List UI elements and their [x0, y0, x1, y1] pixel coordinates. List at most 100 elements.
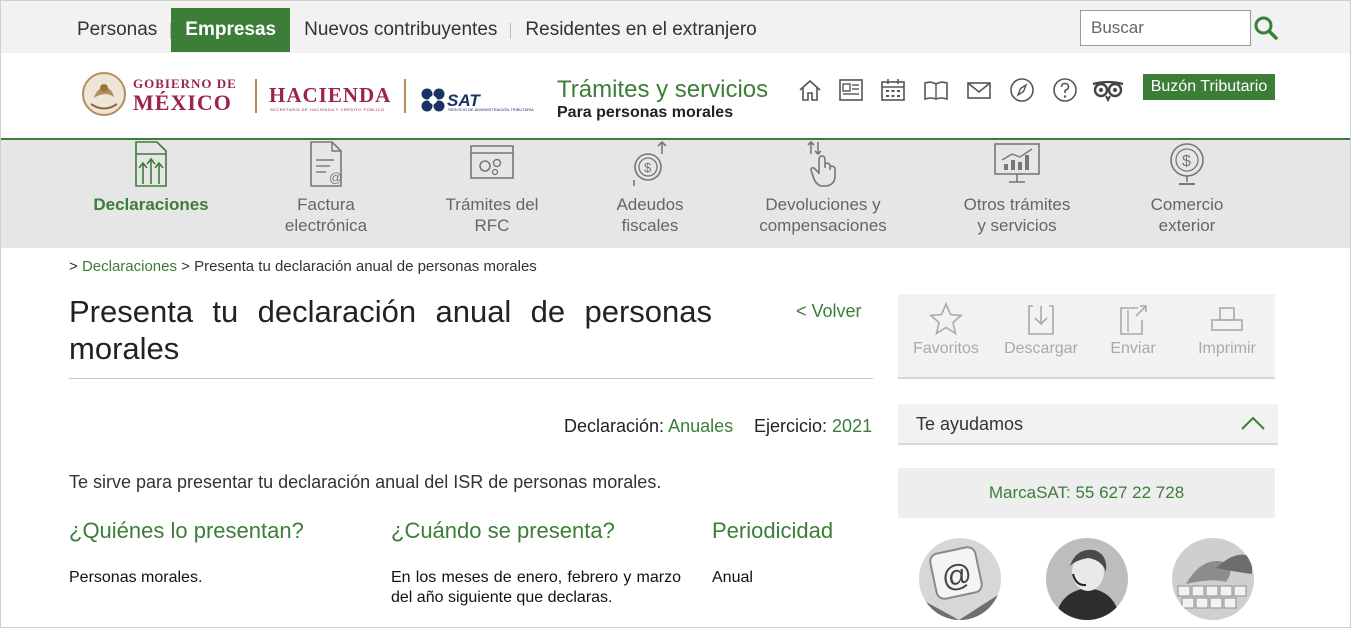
buzon-tributario-button[interactable]: Buzón Tributario — [1143, 74, 1275, 100]
gobierno-wordmark: GOBIERNO DE MÉXICO — [133, 77, 237, 114]
gobierno-logo[interactable]: GOBIERNO DE MÉXICO — [81, 71, 241, 121]
category-label: electrónica — [284, 216, 368, 235]
ejercicio-value: 2021 — [832, 416, 873, 436]
svg-text:$: $ — [644, 160, 652, 175]
category-comercio-exterior[interactable]: $ Comercio exterior — [1141, 140, 1233, 236]
breadcrumb-current: Presenta tu declaración anual de persona… — [194, 258, 537, 275]
page-title: Presenta tu declaración anual de persona… — [69, 294, 712, 366]
ejercicio-meta: Ejercicio: 2021 — [754, 416, 872, 437]
category-label: exterior — [1158, 216, 1216, 235]
calendar-icon[interactable] — [880, 77, 906, 103]
enviar-label: Enviar — [1110, 340, 1156, 357]
top-bar: Personas Empresas Nuevos contribuyentes … — [1, 1, 1350, 53]
gobierno-line2: MÉXICO — [133, 90, 232, 115]
title-divider — [69, 378, 873, 379]
intro-text: Te sirve para presentar tu declaración a… — [69, 472, 662, 492]
site-header: GOBIERNO DE MÉXICO HACIENDA SECRETARÍA D… — [1, 53, 1350, 140]
marcasat-phone[interactable]: MarcaSAT: 55 627 22 728 — [898, 468, 1275, 518]
adeudos-icon: $ — [633, 140, 667, 186]
cuando-heading: ¿Cuándo se presenta? — [391, 518, 615, 543]
category-factura-electronica[interactable]: @ Factura electrónica — [271, 140, 381, 236]
quienes-heading: ¿Quiénes lo presentan? — [69, 518, 304, 543]
cuando-text: En los meses de enero, febrero y marzo d… — [391, 569, 681, 606]
svg-text:@: @ — [329, 170, 342, 185]
category-label: compensaciones — [759, 216, 887, 235]
back-link[interactable]: < Volver — [796, 301, 862, 322]
breadcrumb-separator: > — [69, 258, 78, 275]
logo-divider — [255, 79, 257, 113]
category-tramites-rfc[interactable]: Trámites del RFC — [437, 140, 547, 236]
declaracion-meta: Declaración: Anuales — [564, 416, 733, 437]
topnav-nuevos-contribuyentes[interactable]: Nuevos contribuyentes — [290, 8, 512, 52]
periodicidad-heading: Periodicidad — [712, 518, 834, 543]
ejercicio-label: Ejercicio: — [754, 416, 828, 436]
imprimir-label: Imprimir — [1198, 340, 1256, 357]
sat-logo-icon[interactable] — [420, 87, 446, 113]
print-icon — [1211, 307, 1243, 331]
periodicidad-text: Anual — [712, 569, 753, 586]
hacienda-logo[interactable]: HACIENDA — [269, 83, 391, 108]
section-subtitle: Para personas morales — [557, 104, 734, 121]
section-title[interactable]: Trámites y servicios — [557, 76, 768, 104]
search-icon[interactable] — [1253, 15, 1279, 41]
category-nav: Declaraciones @ Factura electrónica Trám… — [1, 140, 1350, 248]
category-label: RFC — [474, 216, 510, 235]
download-icon — [1028, 305, 1054, 335]
owl-icon[interactable] — [1091, 77, 1125, 103]
agent-photo[interactable] — [1046, 538, 1128, 620]
email-photo[interactable]: @ — [919, 538, 1001, 620]
enviar-button[interactable]: Enviar — [1101, 302, 1165, 358]
breadcrumb-declaraciones[interactable]: Declaraciones — [82, 258, 177, 275]
topnav-residentes-extranjero[interactable]: Residentes en el extranjero — [511, 8, 770, 52]
hacienda-subtitle: SECRETARÍA DE HACIENDA Y CRÉDITO PÚBLICO — [270, 107, 385, 112]
keyboard-hands-icon — [1172, 538, 1254, 620]
category-adeudos-fiscales[interactable]: $ Adeudos fiscales — [604, 140, 696, 236]
sat-subtitle: SERVICIO DE ADMINISTRACIÓN TRIBUTARIA — [448, 107, 534, 112]
category-label: Adeudos — [616, 195, 684, 214]
category-otros-tramites[interactable]: Otros trámites y servicios — [953, 140, 1081, 236]
call-agent-icon — [1046, 538, 1128, 620]
topnav-personas[interactable]: Personas — [63, 8, 172, 52]
quienes-text: Personas morales. — [69, 569, 203, 586]
compass-icon[interactable] — [1009, 77, 1035, 103]
category-label: Comercio — [1150, 195, 1224, 214]
category-label: y servicios — [977, 216, 1057, 235]
topnav-empresas[interactable]: Empresas — [171, 8, 291, 52]
category-label: Declaraciones — [93, 195, 209, 214]
favoritos-label: Favoritos — [913, 340, 979, 357]
comercio-icon: $ — [1170, 143, 1204, 185]
home-icon[interactable] — [797, 77, 823, 103]
devoluciones-icon — [807, 140, 836, 187]
favoritos-button[interactable]: Favoritos — [910, 302, 982, 358]
eagle-seal-icon — [82, 72, 126, 116]
newspaper-icon[interactable] — [838, 77, 864, 103]
declaracion-value: Anuales — [668, 416, 734, 436]
breadcrumb: > Declaraciones > Presenta tu declaració… — [69, 258, 537, 275]
factura-icon: @ — [310, 141, 342, 187]
category-label: Trámites del — [445, 195, 539, 214]
logo-divider — [404, 79, 406, 113]
category-declaraciones[interactable]: Declaraciones — [89, 140, 213, 215]
category-label: Otros trámites — [963, 195, 1071, 214]
descargar-label: Descargar — [1004, 340, 1078, 357]
mail-icon[interactable] — [966, 77, 992, 103]
star-icon — [929, 302, 963, 336]
category-label: Devoluciones y — [765, 195, 881, 214]
help-icon[interactable] — [1052, 77, 1078, 103]
imprimir-button[interactable]: Imprimir — [1190, 302, 1264, 358]
breadcrumb-separator: > — [181, 258, 190, 275]
keyboard-photo[interactable] — [1172, 538, 1254, 620]
book-icon[interactable] — [923, 77, 949, 103]
descargar-button[interactable]: Descargar — [1001, 302, 1081, 358]
chevron-up-icon[interactable] — [1240, 414, 1266, 432]
email-key-icon: @ — [919, 538, 1001, 620]
top-nav: Personas Empresas Nuevos contribuyentes … — [63, 8, 771, 52]
help-accordion[interactable]: Te ayudamos — [898, 404, 1278, 445]
page: Personas Empresas Nuevos contribuyentes … — [0, 0, 1351, 628]
help-label: Te ayudamos — [916, 414, 1024, 434]
category-devoluciones-compensaciones[interactable]: Devoluciones y compensaciones — [753, 140, 893, 236]
search-input[interactable] — [1080, 10, 1251, 46]
category-label: fiscales — [621, 216, 679, 235]
send-icon — [1120, 305, 1147, 335]
category-label: Factura — [297, 195, 355, 214]
